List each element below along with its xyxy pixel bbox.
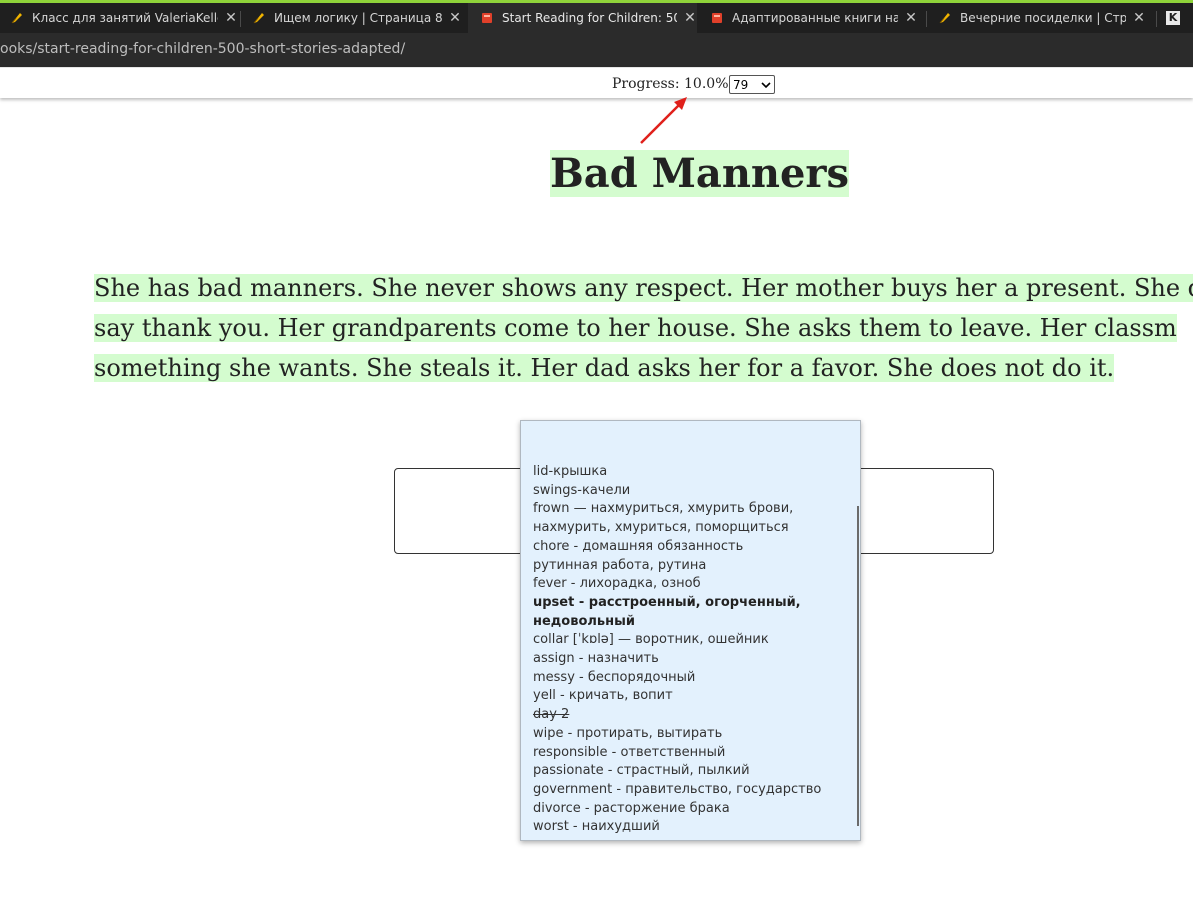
vocabulary-item: collar [ˈkɒlə] — воротник, ошейник — [533, 632, 769, 648]
close-icon[interactable]: ✕ — [683, 10, 697, 26]
vocabulary-item: divorce - расторжение брака — [533, 800, 730, 816]
close-icon[interactable]: ✕ — [224, 10, 238, 26]
page-select-value: 79 — [733, 77, 749, 92]
vocabulary-item: government - правительство, государство — [533, 781, 822, 797]
tab-separator — [1156, 11, 1157, 27]
vocabulary-item: day 2 — [533, 707, 570, 723]
tab-title: Ищем логику | Страница 8 | Ф — [274, 11, 442, 25]
vocabulary-item: lid-крышка — [533, 464, 608, 479]
story-line[interactable]: say thank you. Her grandparents come to … — [94, 308, 1193, 348]
vocabulary-item: нахмурить, хмуриться, поморщиться — [533, 520, 789, 536]
tab-title: Вечерние посиделки | Страни — [960, 11, 1126, 25]
vocabulary-item: fever - лихорадка, озноб — [533, 576, 701, 592]
progress-toolbar: Progress: 10.0% 79 — [0, 67, 1193, 98]
vocabulary-popup[interactable]: lid-крышка swings-качели frown — нахмурит… — [520, 420, 861, 841]
story-title: Bad Manners — [550, 148, 850, 200]
progress-label: Progress: 10.0% — [612, 76, 729, 92]
close-icon[interactable]: ✕ — [1132, 10, 1146, 26]
book-icon — [482, 13, 492, 23]
vocabulary-item: assign - назначить — [533, 651, 659, 667]
tab-5[interactable]: K — [1166, 3, 1193, 33]
popup-scrollbar[interactable] — [857, 506, 859, 826]
page-select[interactable]: 79 — [729, 75, 775, 94]
vocabulary-item: недовольный — [533, 613, 635, 629]
tab-2-active[interactable]: Start Reading for Children: 500 ✕ — [468, 3, 697, 33]
story-title-text[interactable]: Bad Manners — [550, 150, 850, 197]
tab-4[interactable]: Вечерние посиделки | Страни ✕ — [938, 3, 1146, 33]
tab-1[interactable]: Ищем логику | Страница 8 | Ф ✕ — [252, 3, 462, 33]
chevron-down-icon — [761, 81, 771, 88]
story-line[interactable]: She has bad manners. She never shows any… — [94, 268, 1193, 308]
vocabulary-item: wipe - протирать, вытирать — [533, 725, 723, 741]
vocabulary-item: chore - домашняя обязанность — [533, 538, 744, 554]
vocabulary-item: worst - наихудший — [533, 819, 660, 835]
close-icon[interactable]: ✕ — [448, 10, 462, 26]
address-url[interactable]: ooks/start-reading-for-children-500-shor… — [0, 41, 405, 57]
vocabulary-item: рутинная работа, рутина — [533, 557, 707, 573]
feather-icon — [253, 13, 264, 24]
feather-icon — [11, 13, 22, 24]
tab-title: Адаптированные книги на ан — [732, 11, 898, 25]
tab-bar: Класс для занятий ValeriaKelle ✕ Ищем ло… — [0, 3, 1193, 33]
vocabulary-item: swings-качели — [533, 482, 631, 498]
vocabulary-item: yell - кричать, вопит — [533, 688, 673, 704]
vocabulary-item: upset - расстроенный, огорченный, — [533, 594, 801, 610]
close-icon[interactable]: ✕ — [904, 10, 918, 26]
vocabulary-item: frown — нахмуриться, хмурить брови, — [533, 501, 794, 517]
tab-separator — [240, 11, 241, 27]
tab-title: Start Reading for Children: 500 — [502, 11, 677, 25]
tab-0[interactable]: Класс для занятий ValeriaKelle ✕ — [10, 3, 238, 33]
story-text: She has bad manners. She never shows any… — [94, 268, 1193, 388]
tab-title: Класс для занятий ValeriaKelle — [32, 11, 218, 25]
arrow-annotation-icon — [640, 97, 687, 144]
tab-separator — [926, 11, 927, 27]
vocabulary-list: lid-крышка swings-качели frown — нахмурит… — [533, 463, 843, 837]
k-icon: K — [1166, 11, 1180, 25]
vocabulary-item: passionate - страстный, пылкий — [533, 763, 750, 779]
tab-3[interactable]: Адаптированные книги на ан ✕ — [710, 3, 918, 33]
address-bar[interactable]: ooks/start-reading-for-children-500-shor… — [0, 33, 1193, 67]
book-icon — [712, 13, 722, 23]
story-line[interactable]: something she wants. She steals it. Her … — [94, 348, 1193, 388]
feather-icon — [939, 13, 950, 24]
vocabulary-item: responsible - ответственный — [533, 744, 726, 760]
vocabulary-item: messy - беспорядочный — [533, 669, 696, 685]
